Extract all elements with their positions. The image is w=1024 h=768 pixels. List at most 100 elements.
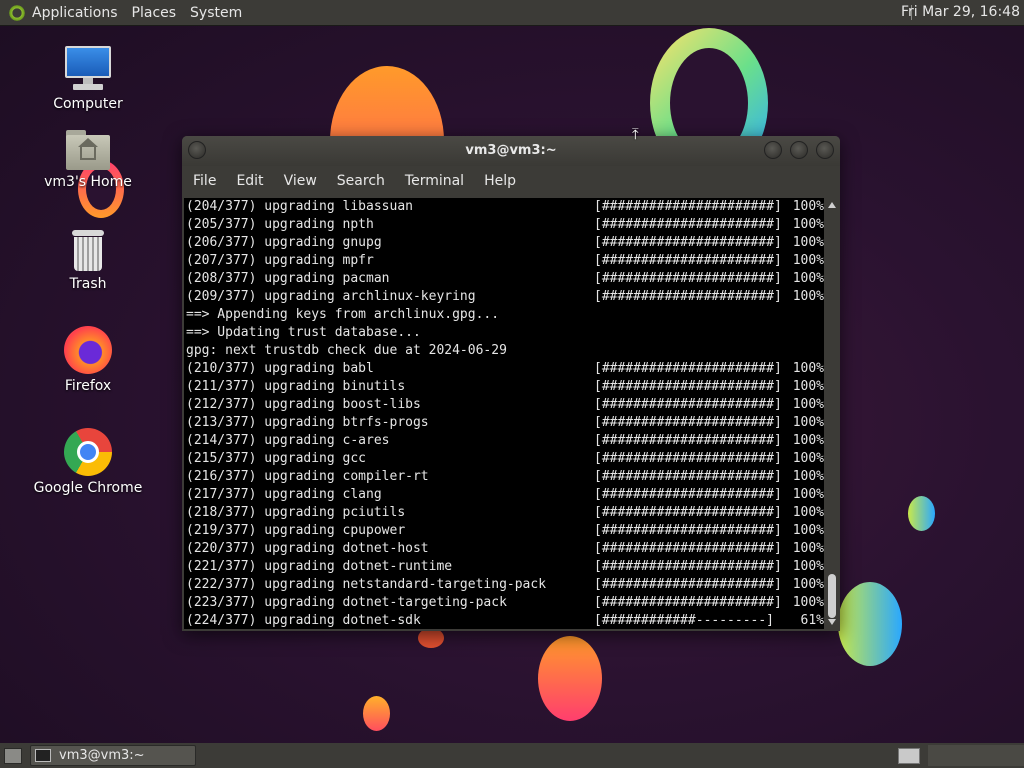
desktop-icon-label: Trash — [69, 276, 107, 292]
progress-percent: 100% — [792, 541, 824, 556]
desktop-icon-firefox[interactable]: Firefox — [33, 326, 143, 394]
menu-edit[interactable]: Edit — [236, 173, 263, 189]
menu-search[interactable]: Search — [337, 173, 385, 189]
panel-tray — [928, 745, 1024, 766]
menu-view[interactable]: View — [284, 173, 317, 189]
terminal-line-text: (223/377) upgrading dotnet-targeting-pac… — [186, 595, 507, 610]
terminal-window[interactable]: vm3@vm3:~ File Edit View Search Terminal… — [182, 136, 840, 631]
progress-bar-text: [######################] — [594, 361, 782, 376]
terminal-line: (219/377) upgrading cpupower [###########… — [186, 522, 824, 540]
terminal-line-text: (218/377) upgrading pciutils — [186, 505, 406, 520]
terminal-line-text: gpg: next trustdb check due at 2024-06-2… — [186, 343, 507, 358]
scroll-up-icon[interactable] — [828, 202, 836, 208]
maximize-button[interactable] — [790, 141, 808, 159]
distro-logo-icon[interactable] — [8, 3, 26, 22]
progress-bar-text: [############---------] — [594, 613, 775, 628]
terminal-line-text: (222/377) upgrading netstandard-targetin… — [186, 577, 547, 592]
desktop-icon-home[interactable]: vm3's Home — [33, 130, 143, 190]
terminal-line-text: (207/377) upgrading mpfr — [186, 253, 374, 268]
wallpaper-green-blob-2 — [838, 582, 902, 666]
scroll-down-icon[interactable] — [828, 619, 836, 625]
progress-bar-text: [######################] — [594, 289, 782, 304]
terminal-line: (221/377) upgrading dotnet-runtime [#####… — [186, 558, 824, 576]
show-desktop-icon[interactable] — [4, 747, 22, 764]
terminal-line: (218/377) upgrading pciutils [###########… — [186, 504, 824, 522]
desktop-icon-label: Firefox — [64, 378, 112, 394]
progress-bar-text: [######################] — [594, 505, 782, 520]
terminal-line: (222/377) upgrading netstandard-targetin… — [186, 576, 824, 594]
progress-percent: 100% — [792, 433, 824, 448]
minimize-button[interactable] — [764, 141, 782, 159]
system-menu[interactable]: System — [190, 5, 250, 21]
terminal-line: (210/377) upgrading babl [###############… — [186, 360, 824, 378]
workspace-switcher[interactable] — [898, 748, 920, 764]
progress-percent: 100% — [792, 559, 824, 574]
terminal-line: (208/377) upgrading pacman [#############… — [186, 270, 824, 288]
window-title: vm3@vm3:~ — [465, 143, 557, 158]
terminal-line-text: (214/377) upgrading c-ares — [186, 433, 390, 448]
progress-bar-text: [######################] — [594, 541, 782, 556]
progress-bar-text: [######################] — [594, 415, 782, 430]
wallpaper-orange-blob-3 — [363, 696, 390, 731]
terminal-line: (212/377) upgrading boost-libs [#########… — [186, 396, 824, 414]
progress-bar-text: [######################] — [594, 523, 782, 538]
terminal-line-text: (221/377) upgrading dotnet-runtime — [186, 559, 453, 574]
terminal-output[interactable]: (204/377) upgrading libassuan [##########… — [184, 198, 824, 629]
desktop-icon-chrome[interactable]: Google Chrome — [33, 428, 143, 496]
firefox-icon — [64, 326, 112, 374]
terminal-line-text: (216/377) upgrading compiler-rt — [186, 469, 429, 484]
menu-file[interactable]: File — [193, 173, 216, 189]
terminal-line-text: (206/377) upgrading gnupg — [186, 235, 382, 250]
terminal-line-text: ==> Appending keys from archlinux.gpg... — [186, 307, 500, 322]
terminal-line: (211/377) upgrading binutils [###########… — [186, 378, 824, 396]
progress-percent: 100% — [792, 577, 824, 592]
clock[interactable]: Fri Mar 29, 16:48 — [901, 4, 1020, 20]
progress-percent: 100% — [792, 235, 824, 250]
progress-percent: 100% — [792, 505, 824, 520]
progress-percent: 100% — [792, 523, 824, 538]
progress-bar-text: [######################] — [594, 199, 782, 214]
progress-percent: 100% — [792, 361, 824, 376]
desktop-icon-computer[interactable]: Computer — [33, 46, 143, 112]
terminal-menubar: File Edit View Search Terminal Help — [182, 166, 840, 196]
terminal-line: (215/377) upgrading gcc [################… — [186, 450, 824, 468]
taskbar-item-terminal[interactable]: vm3@vm3:~ — [30, 745, 196, 766]
progress-bar-text: [######################] — [594, 469, 782, 484]
terminal-line-text: (224/377) upgrading dotnet-sdk — [186, 613, 421, 628]
wallpaper-orange-blob-2 — [538, 636, 602, 721]
terminal-line: (217/377) upgrading clang [##############… — [186, 486, 824, 504]
progress-percent: 100% — [792, 199, 824, 214]
scrollbar-thumb[interactable] — [828, 574, 836, 618]
progress-percent: 100% — [792, 271, 824, 286]
terminal-line: (220/377) upgrading dotnet-host [########… — [186, 540, 824, 558]
applications-menu[interactable]: Applications — [32, 5, 126, 21]
terminal-line-text: (204/377) upgrading libassuan — [186, 199, 413, 214]
progress-percent: 100% — [792, 415, 824, 430]
progress-bar-text: [######################] — [594, 235, 782, 250]
terminal-line: (206/377) upgrading gnupg [##############… — [186, 234, 824, 252]
cursor-icon: ⤒ — [632, 125, 639, 143]
close-button[interactable] — [816, 141, 834, 159]
menu-terminal[interactable]: Terminal — [405, 173, 464, 189]
places-menu[interactable]: Places — [132, 5, 185, 21]
terminal-line: (204/377) upgrading libassuan [##########… — [186, 198, 824, 216]
progress-bar-text: [######################] — [594, 433, 782, 448]
terminal-scrollbar[interactable] — [826, 198, 838, 629]
progress-percent: 100% — [792, 397, 824, 412]
progress-percent: 100% — [792, 451, 824, 466]
terminal-line-text: (220/377) upgrading dotnet-host — [186, 541, 429, 556]
wallpaper-green-blob — [908, 496, 935, 531]
terminal-line-text: (205/377) upgrading npth — [186, 217, 374, 232]
progress-bar-text: [######################] — [594, 559, 782, 574]
terminal-line: (216/377) upgrading compiler-rt [########… — [186, 468, 824, 486]
progress-bar-text: [######################] — [594, 217, 782, 232]
progress-bar-text: [######################] — [594, 397, 782, 412]
window-titlebar[interactable]: vm3@vm3:~ — [182, 136, 840, 166]
terminal-icon — [35, 749, 51, 762]
terminal-line-text: (217/377) upgrading clang — [186, 487, 382, 502]
progress-bar-text: [######################] — [594, 379, 782, 394]
desktop-icon-trash[interactable]: Trash — [33, 230, 143, 292]
terminal-line-text: (211/377) upgrading binutils — [186, 379, 406, 394]
desktop-icon-label: vm3's Home — [44, 174, 132, 190]
menu-help[interactable]: Help — [484, 173, 516, 189]
